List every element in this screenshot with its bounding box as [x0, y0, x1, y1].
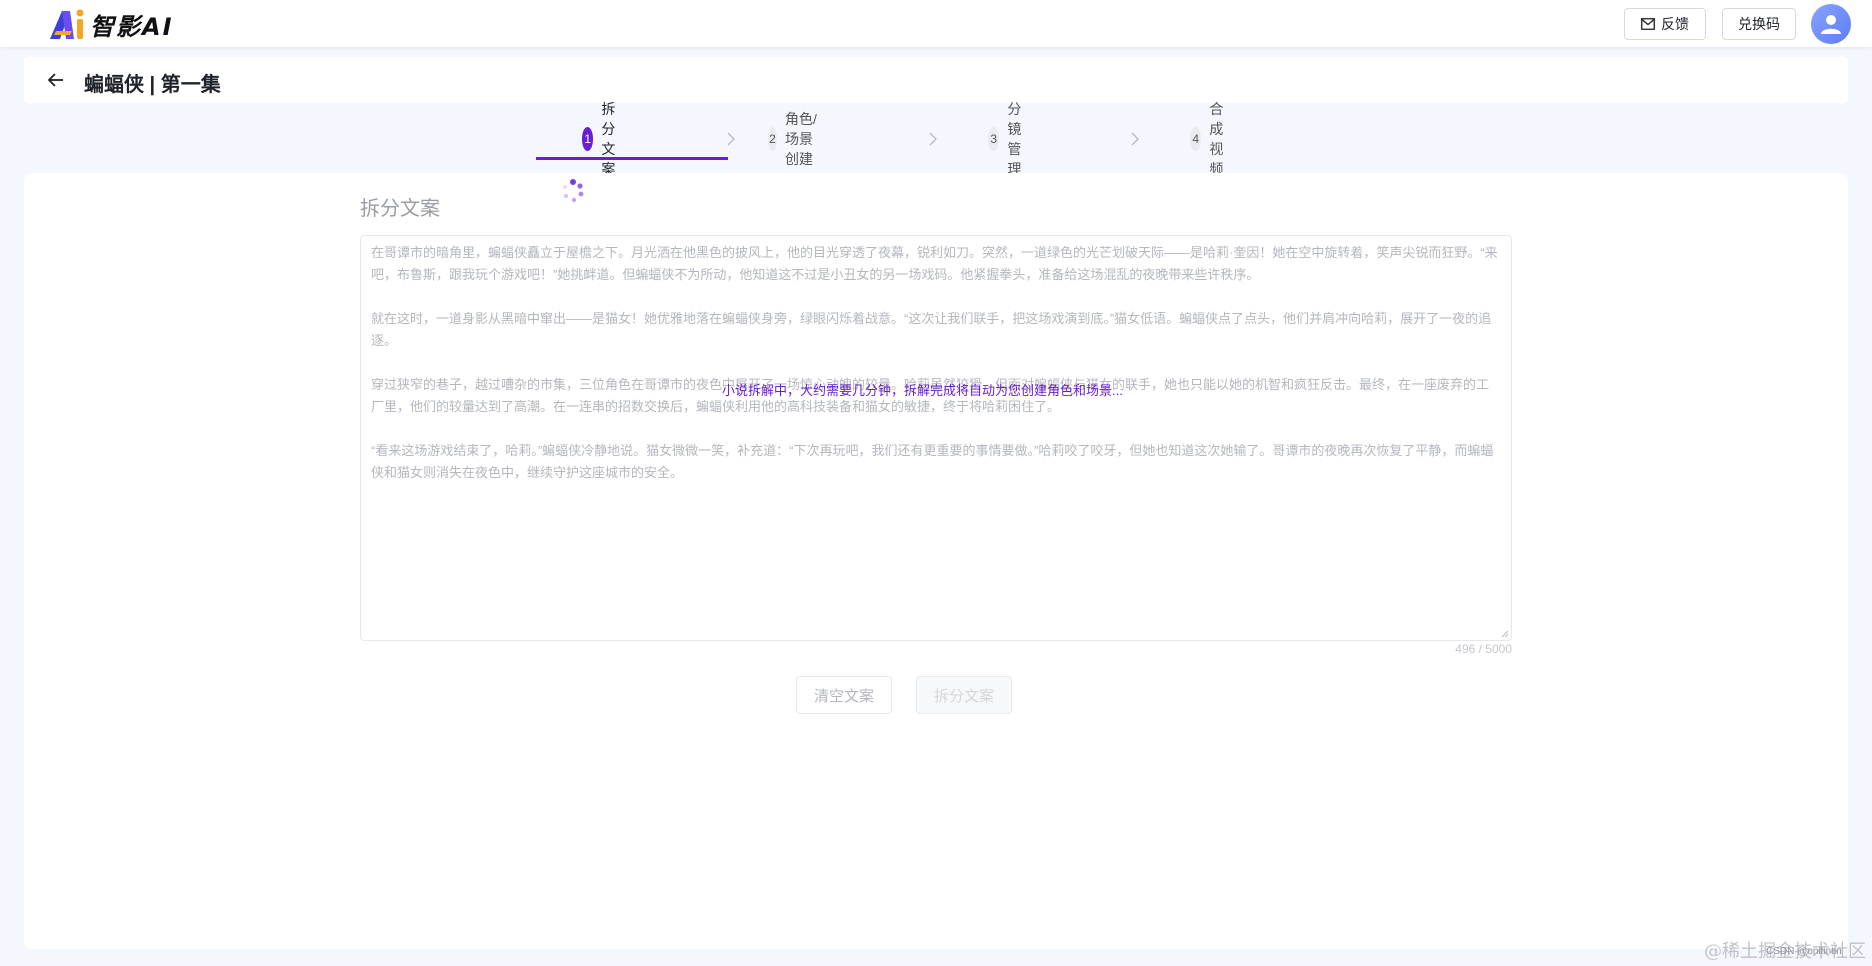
- char-counter: 496 / 5000: [1455, 642, 1512, 656]
- resize-handle-icon[interactable]: [1501, 630, 1509, 638]
- step-number: 1: [582, 127, 594, 151]
- loading-spinner-icon: [563, 179, 584, 203]
- step-label: 分镜管理: [1007, 101, 1022, 177]
- arrow-left-icon[interactable]: [46, 70, 66, 90]
- split-script-button[interactable]: 拆分文案: [916, 676, 1012, 714]
- chevron-right-icon: [929, 132, 937, 146]
- logo-text: 智影AI: [90, 12, 174, 41]
- step-number: 2: [768, 127, 777, 151]
- step-storyboard[interactable]: 3 分镜管理: [988, 101, 1034, 177]
- step-split-script[interactable]: 1 拆分文案: [582, 101, 628, 177]
- title-bar: 蝙蝠侠 | 第一集: [24, 57, 1848, 103]
- logo-icon: [50, 9, 84, 39]
- step-number: 4: [1190, 127, 1202, 151]
- step-character-scene[interactable]: 2 角色/场景创建: [768, 111, 818, 167]
- page-title: 蝙蝠侠 | 第一集: [84, 74, 221, 96]
- main-card: 拆分文案 在哥谭市的暗角里，蝙蝠侠矗立于屋檐之下。月光洒在他黑色的披风上，他的目…: [24, 173, 1848, 949]
- script-paragraph: “看来这场游戏结束了，哈莉。”蝙蝠侠冷静地说。猫女微微一笑，补充道：“下次再玩吧…: [371, 443, 1494, 480]
- step-compose-video[interactable]: 4 合成视频: [1190, 101, 1236, 177]
- logo[interactable]: 智影AI: [48, 7, 174, 41]
- script-paragraph: 就在这时，一道身影从黑暗中窜出——是猫女！她优雅地落在蝙蝠侠身旁，绿眼闪烁着战意…: [371, 311, 1492, 348]
- mail-icon: [1641, 18, 1655, 30]
- chevron-right-icon: [1131, 132, 1139, 146]
- user-avatar[interactable]: [1811, 4, 1851, 44]
- script-textarea[interactable]: 在哥谭市的暗角里，蝙蝠侠矗立于屋檐之下。月光洒在他黑色的披风上，他的目光穿透了夜…: [360, 235, 1512, 641]
- clear-script-button[interactable]: 清空文案: [796, 676, 892, 714]
- top-bar: 智影AI 反馈 兑换码: [0, 0, 1872, 47]
- redeem-code-button[interactable]: 兑换码: [1722, 8, 1796, 40]
- step-label: 合成视频: [1209, 101, 1224, 177]
- active-step-indicator: [536, 157, 728, 160]
- step-number: 3: [988, 127, 1000, 151]
- redeem-label: 兑换码: [1738, 16, 1780, 32]
- script-paragraph: 在哥谭市的暗角里，蝙蝠侠矗立于屋檐之下。月光洒在他黑色的披风上，他的目光穿透了夜…: [371, 245, 1498, 282]
- loading-overlay: [360, 171, 1512, 231]
- feedback-button[interactable]: 反馈: [1624, 8, 1706, 40]
- loading-message: 小说拆解中，大约需要几分钟，拆解完成将自动为您创建角色和场景...: [722, 383, 1123, 398]
- watermark-small: CSDN @onitintin: [1766, 946, 1842, 957]
- step-label: 拆分文案: [601, 101, 616, 177]
- feedback-label: 反馈: [1661, 16, 1689, 32]
- user-icon: [1821, 15, 1841, 34]
- chevron-right-icon: [727, 132, 735, 146]
- step-label: 角色/场景创建: [784, 111, 817, 167]
